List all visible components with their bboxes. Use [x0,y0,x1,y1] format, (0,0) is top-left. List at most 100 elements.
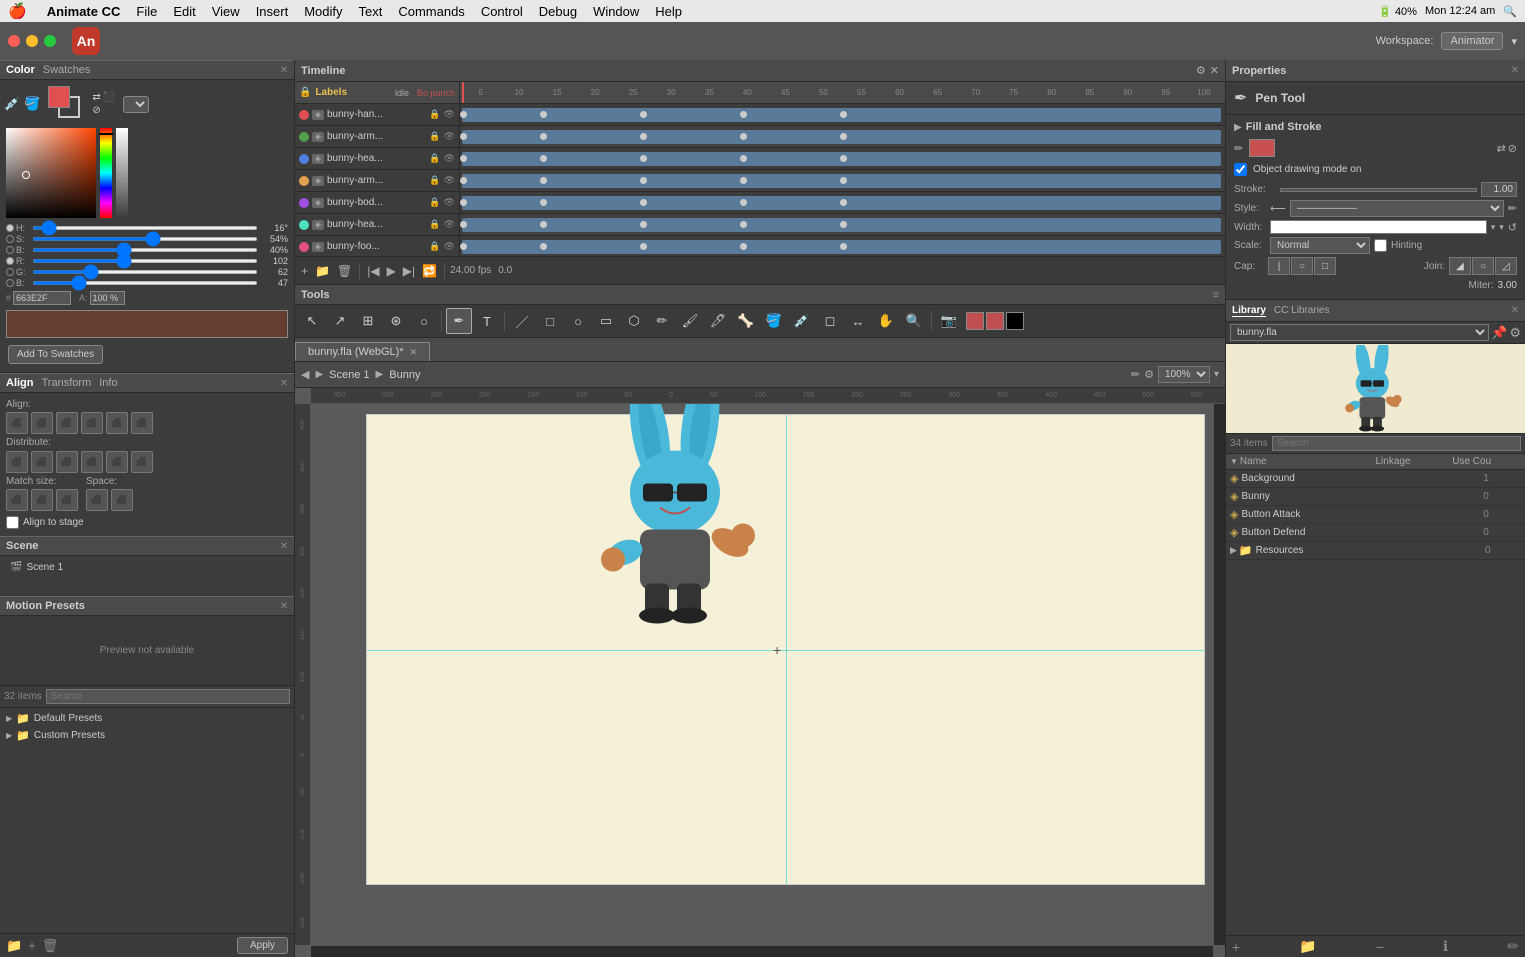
layer-eye-2[interactable]: 👁 [444,153,455,164]
cap-square-btn[interactable]: □ [1314,257,1336,275]
align-panel-close[interactable]: ✕ [280,378,288,389]
match-w[interactable]: ⬛ [6,489,28,511]
library-edit-btn[interactable]: ✏ [1507,938,1519,955]
menu-commands[interactable]: Commands [398,4,464,19]
none-icon[interactable]: ⊘ [92,105,100,116]
width-bar[interactable] [1270,220,1487,234]
radio-g[interactable] [6,268,14,276]
fill-stroke-collapse-icon[interactable]: ▶ [1234,122,1242,133]
scene-panel-close[interactable]: ✕ [280,541,288,552]
timeline-layer-row-0[interactable]: ◈ bunny-han... 🔒 👁 [295,104,459,126]
align-center-h[interactable]: ⬛ [31,412,53,434]
stage-bg-area[interactable]: + [311,404,1213,945]
timeline-play[interactable]: ▶ [385,262,398,280]
frame-row-1[interactable] [460,126,1225,148]
motion-tree-item-default[interactable]: ▶ 📁 Default Presets [6,710,288,727]
timeline-loop[interactable]: 🔁 [420,262,439,280]
dist-center-v[interactable]: ⬛ [106,451,128,473]
menu-control[interactable]: Control [481,4,523,19]
pen-tool[interactable]: ✒ [446,308,472,334]
radio-s[interactable] [6,235,14,243]
menu-window[interactable]: Window [593,4,639,19]
align-center-v[interactable]: ⬛ [106,412,128,434]
menu-modify[interactable]: Modify [304,4,342,19]
frame-row-0[interactable] [460,104,1225,126]
layer-lock-0[interactable]: 🔒 [429,109,440,120]
swap-icon[interactable]: ⇄ [92,92,100,103]
close-window-button[interactable] [8,35,20,47]
library-search-input[interactable] [1272,436,1521,451]
properties-panel-close[interactable]: ✕ [1511,65,1519,76]
apple-menu[interactable]: 🍎 [8,2,27,20]
tab-info[interactable]: Info [99,377,117,389]
color-type-dropdown[interactable]: Solid color [123,96,149,113]
stage-nav-back[interactable]: ◀ [301,368,309,381]
reset-icon[interactable]: ⬛ [103,92,115,103]
style-select[interactable]: —————— - - - - - [1290,200,1504,217]
align-right[interactable]: ⬛ [56,412,78,434]
r-slider[interactable] [32,259,258,263]
stage-zoom-select[interactable]: 100% 75% 50% 200% [1158,366,1210,383]
layer-eye-1[interactable]: 👁 [444,131,455,142]
hex-input[interactable] [13,291,71,305]
frame-row-6[interactable] [460,236,1225,256]
motion-presets-close[interactable]: ✕ [280,601,288,612]
width-down-icon[interactable]: ▾ [1491,222,1496,233]
layer-lock-4[interactable]: 🔒 [429,197,440,208]
motion-add-icon[interactable]: + [28,938,36,954]
width-down2-icon[interactable]: ▾ [1499,222,1504,233]
layer-eye-0[interactable]: 👁 [444,109,455,120]
menu-debug[interactable]: Debug [539,4,577,19]
scene-nav-label[interactable]: Scene 1 [329,369,369,381]
panel-close-btn[interactable]: ✕ [280,65,288,76]
selection-tool[interactable]: ↖ [299,308,325,334]
space-v[interactable]: ⬛ [111,489,133,511]
g-slider[interactable] [32,270,258,274]
minimize-window-button[interactable] [26,35,38,47]
black-color-tool[interactable] [1006,312,1024,330]
hue-slider[interactable] [100,128,112,218]
timeline-lock-icon[interactable]: 🔒 [299,87,311,98]
radio-h[interactable] [6,224,14,232]
fill-none-icon[interactable]: ⊘ [1508,142,1517,155]
tab-transform[interactable]: Transform [42,377,92,389]
layer-eye-3[interactable]: 👁 [444,175,455,186]
library-settings-btn[interactable]: ⚙ [1509,325,1521,341]
sort-icon[interactable]: ▼ [1230,457,1238,466]
join-miter-btn[interactable]: ◢ [1449,257,1471,275]
timeline-icon1[interactable]: ⚙ [1196,64,1206,77]
tab-library[interactable]: Library [1232,305,1266,317]
align-bottom[interactable]: ⬛ [131,412,153,434]
menu-file[interactable]: File [136,4,157,19]
poly-tool[interactable]: ⬡ [621,308,647,334]
menu-edit[interactable]: Edit [173,4,195,19]
stage-edit-icon[interactable]: ✏ [1131,368,1140,381]
motion-search-input[interactable] [46,689,290,704]
library-pin-btn[interactable]: 📌 [1491,325,1507,341]
tab-swatches[interactable]: Swatches [43,64,91,76]
text-tool[interactable]: T [474,308,500,334]
search-icon[interactable]: 🔍 [1503,5,1517,18]
frame-row-3[interactable] [460,170,1225,192]
timeline-play-prev[interactable]: |◀ [365,262,381,280]
lasso-tool[interactable]: ○ [411,308,437,334]
alpha-slider[interactable] [116,128,128,218]
library-panel-close[interactable]: ✕ [1511,305,1519,316]
align-top[interactable]: ⬛ [81,412,103,434]
paint-bucket-icon[interactable]: 🪣 [24,96,40,112]
radio-b[interactable] [6,246,14,254]
motion-delete-icon[interactable]: 🗑 [42,938,59,954]
frame-row-4[interactable] [460,192,1225,214]
stroke-slider[interactable] [1280,188,1477,192]
library-row-bunny[interactable]: ◈ Bunny 0 [1226,488,1525,506]
free-transform-tool[interactable]: ⊞ [355,308,381,334]
fill-color-property[interactable] [1249,139,1275,157]
eraser-tool[interactable]: ◻ [817,308,843,334]
color-gradient-picker[interactable] [6,128,96,218]
library-folder-btn[interactable]: 📁 [1299,938,1316,955]
scale-select[interactable]: Normal Horizontal Vertical None [1270,237,1370,254]
menu-help[interactable]: Help [655,4,682,19]
stage-settings-icon[interactable]: ⚙ [1144,368,1154,381]
style-pencil-icon[interactable]: ✏ [1508,202,1517,215]
subselection-tool[interactable]: ↗ [327,308,353,334]
